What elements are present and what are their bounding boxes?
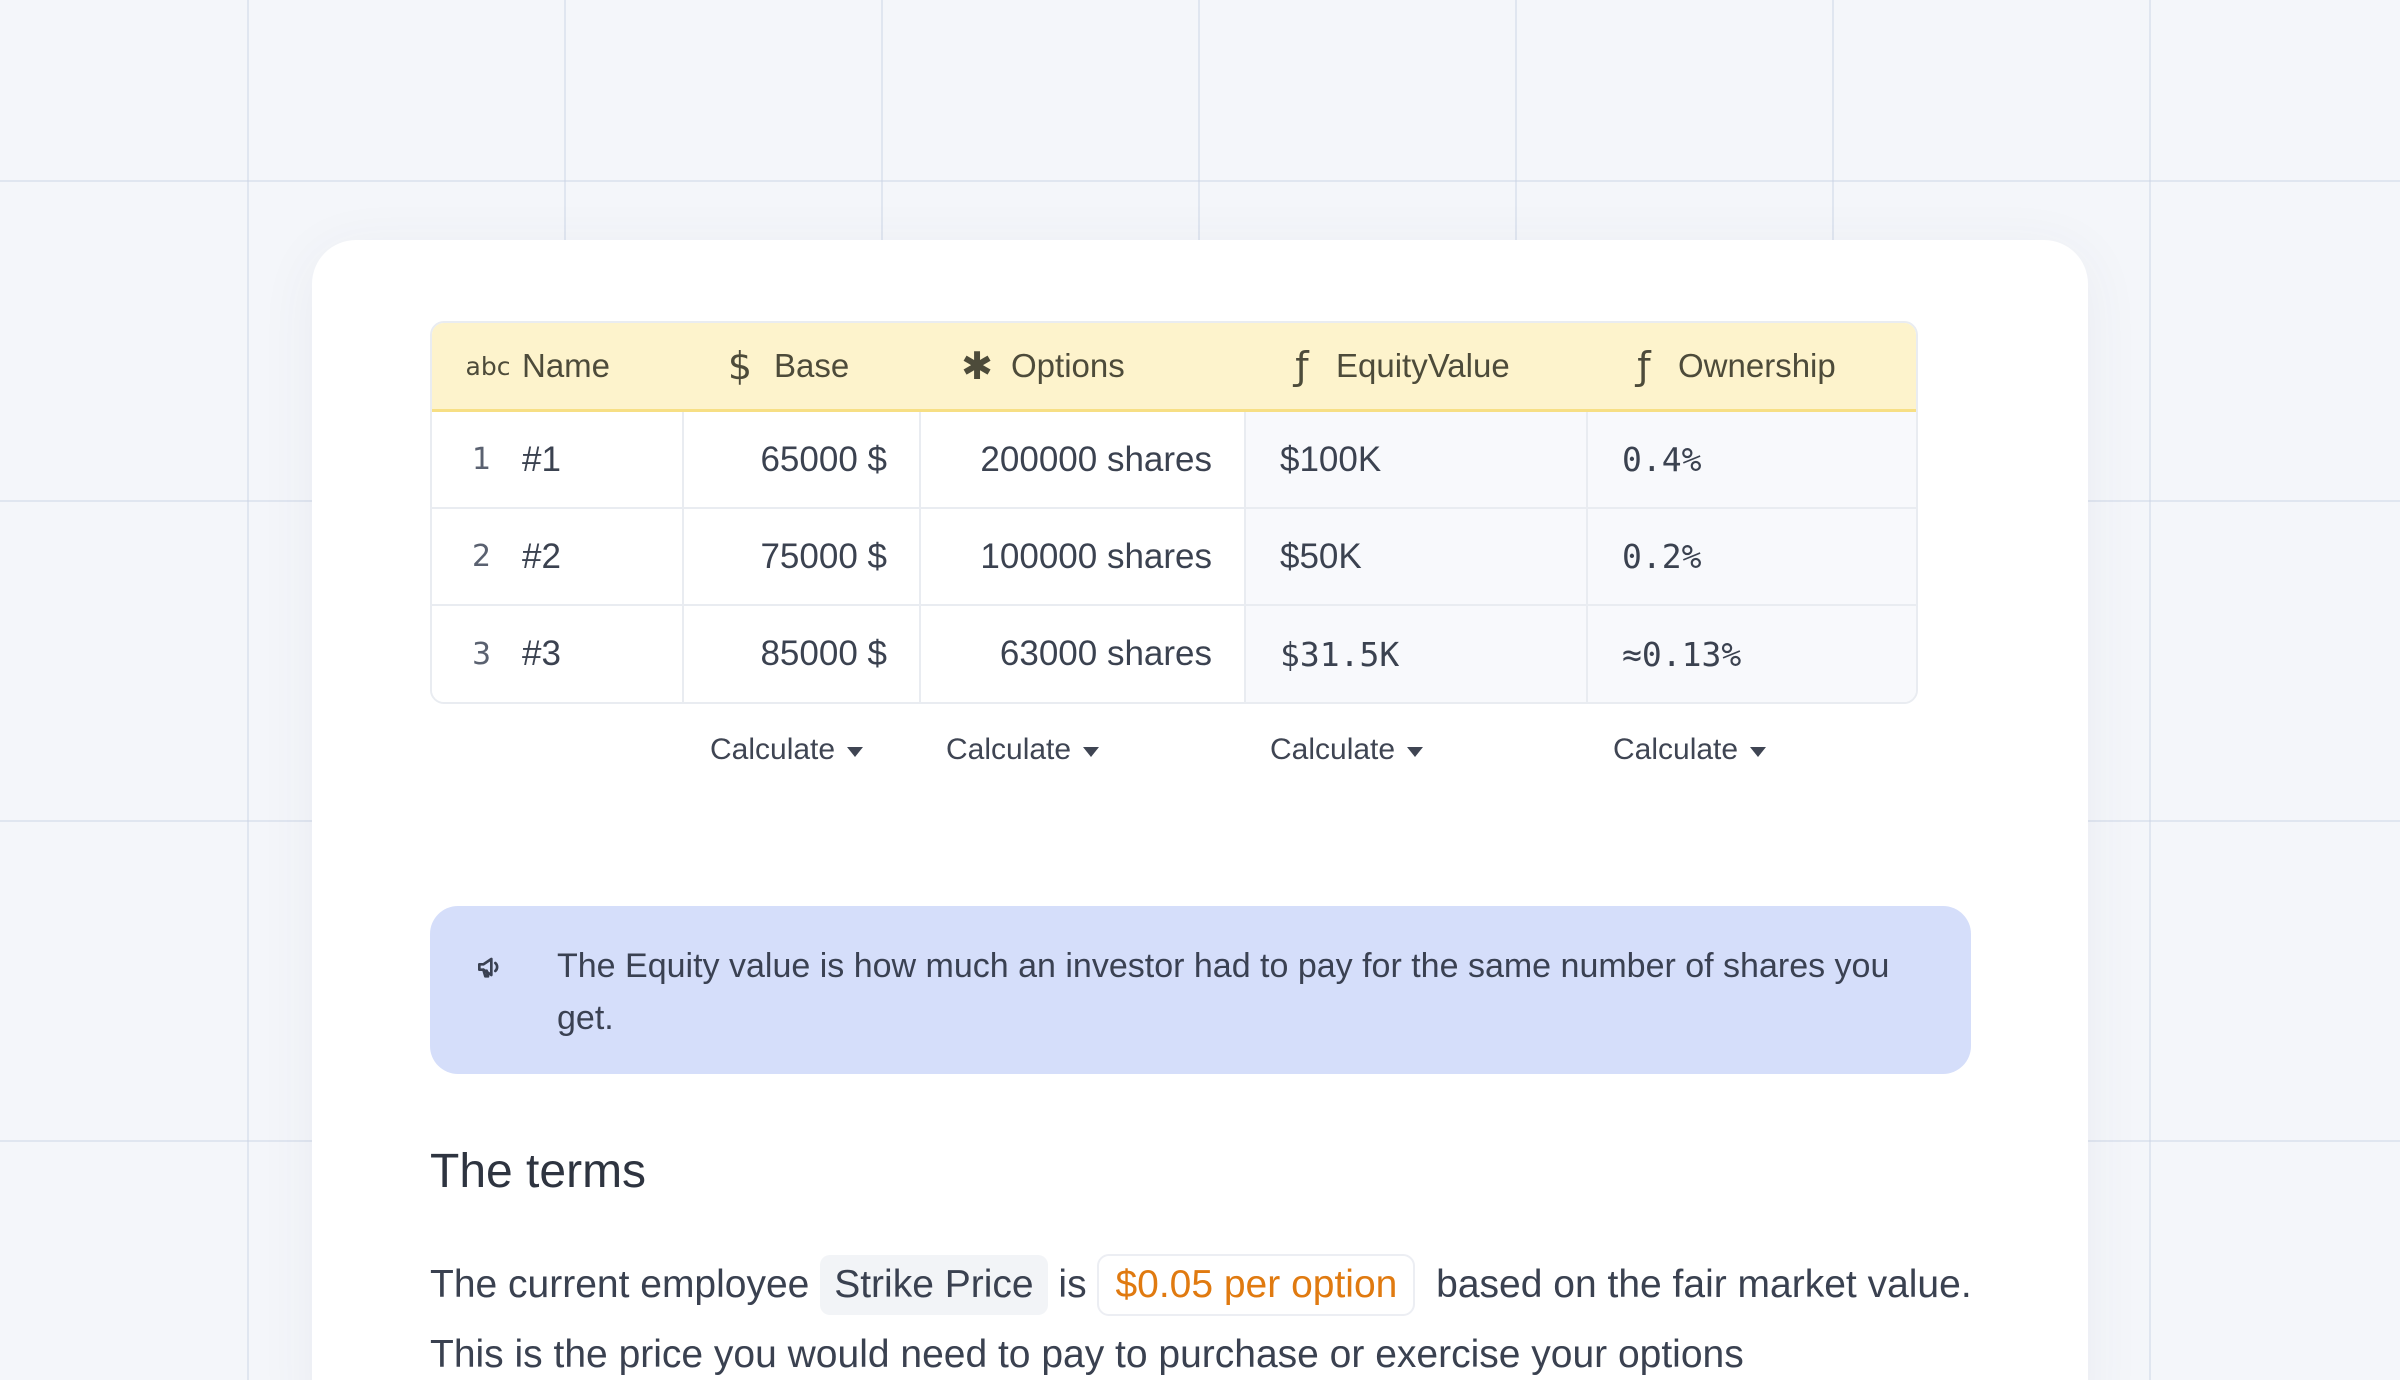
abc-text-icon: abc — [465, 351, 511, 381]
cell-equity-value[interactable]: $50K — [1246, 509, 1588, 604]
strike-price-value[interactable]: $0.05 per option — [1097, 1254, 1416, 1316]
column-header-name[interactable]: abc Name — [432, 323, 684, 409]
info-callout: The Equity value is how much an investor… — [430, 906, 1971, 1074]
column-header-options[interactable]: ✱ Options — [921, 323, 1246, 409]
cell-base[interactable]: 65000 $ — [684, 412, 921, 507]
dollar-icon: $ — [727, 344, 753, 388]
column-header-base[interactable]: $ Base — [684, 323, 921, 409]
row-index: 3 — [472, 636, 492, 672]
function-icon: ƒ — [1637, 344, 1651, 388]
cell-ownership[interactable]: ≈0.13% — [1588, 606, 1916, 702]
calculate-label: Calculate — [1613, 733, 1739, 766]
calculate-dropdown-options[interactable]: Calculate — [946, 733, 1100, 767]
options-table: abc Name $ Base ✱ Options ƒ EquityValue … — [430, 321, 1918, 704]
cell-base[interactable]: 85000 $ — [684, 606, 921, 702]
caret-down-icon — [1750, 747, 1767, 757]
strike-price-term[interactable]: Strike Price — [820, 1255, 1048, 1315]
cell-equity-value[interactable]: $31.5K — [1246, 606, 1588, 702]
table-row: 2 #2 75000 $ 100000 shares $50K 0.2% — [432, 509, 1916, 606]
caret-down-icon — [1407, 747, 1424, 757]
table-row: 3 #3 85000 $ 63000 shares $31.5K ≈0.13% — [432, 606, 1916, 702]
section-heading: The terms — [430, 1145, 647, 1198]
callout-text: The Equity value is how much an investor… — [557, 947, 1890, 1037]
calculate-label: Calculate — [1270, 733, 1396, 766]
caret-down-icon — [1083, 747, 1100, 757]
cell-options[interactable]: 63000 shares — [921, 606, 1246, 702]
column-header-equity-value[interactable]: ƒ EquityValue — [1246, 323, 1588, 409]
column-header-label: Name — [522, 347, 611, 384]
function-icon: ƒ — [1295, 344, 1309, 388]
megaphone-icon — [474, 946, 506, 998]
cell-ownership[interactable]: 0.4% — [1588, 412, 1916, 507]
calculate-dropdown-equity-value[interactable]: Calculate — [1270, 733, 1424, 767]
row-name: #1 — [522, 439, 561, 479]
table-header-row: abc Name $ Base ✱ Options ƒ EquityValue … — [432, 323, 1916, 412]
cell-name[interactable]: 1 #1 — [432, 412, 684, 507]
asterisk-icon: ✱ — [961, 344, 993, 388]
row-index: 2 — [472, 539, 492, 574]
paragraph-text: The current employee — [430, 1263, 821, 1306]
terms-paragraph: The current employee Strike Price is $0.… — [430, 1250, 2030, 1380]
cell-base[interactable]: 75000 $ — [684, 509, 921, 604]
column-header-label: EquityValue — [1336, 347, 1510, 384]
table-row: 1 #1 65000 $ 200000 shares $100K 0.4% — [432, 412, 1916, 509]
cell-name[interactable]: 2 #2 — [432, 509, 684, 604]
calculate-dropdown-base[interactable]: Calculate — [710, 733, 864, 767]
cell-options[interactable]: 100000 shares — [921, 509, 1246, 604]
column-header-ownership[interactable]: ƒ Ownership — [1588, 323, 1916, 409]
row-name: #2 — [522, 536, 561, 576]
column-header-label: Ownership — [1678, 347, 1836, 384]
row-index: 1 — [472, 442, 492, 477]
calculate-label: Calculate — [710, 733, 836, 766]
row-name: #3 — [522, 634, 561, 673]
cell-options[interactable]: 200000 shares — [921, 412, 1246, 507]
calculate-dropdown-ownership[interactable]: Calculate — [1613, 733, 1767, 767]
column-header-label: Base — [774, 347, 850, 384]
calculate-label: Calculate — [946, 733, 1072, 766]
column-header-label: Options — [1011, 347, 1125, 384]
caret-down-icon — [847, 747, 864, 757]
cell-name[interactable]: 3 #3 — [432, 606, 684, 702]
cell-ownership[interactable]: 0.2% — [1588, 509, 1916, 604]
document-card: abc Name $ Base ✱ Options ƒ EquityValue … — [312, 240, 2088, 1380]
cell-equity-value[interactable]: $100K — [1246, 412, 1588, 507]
paragraph-text: is — [1047, 1263, 1098, 1306]
